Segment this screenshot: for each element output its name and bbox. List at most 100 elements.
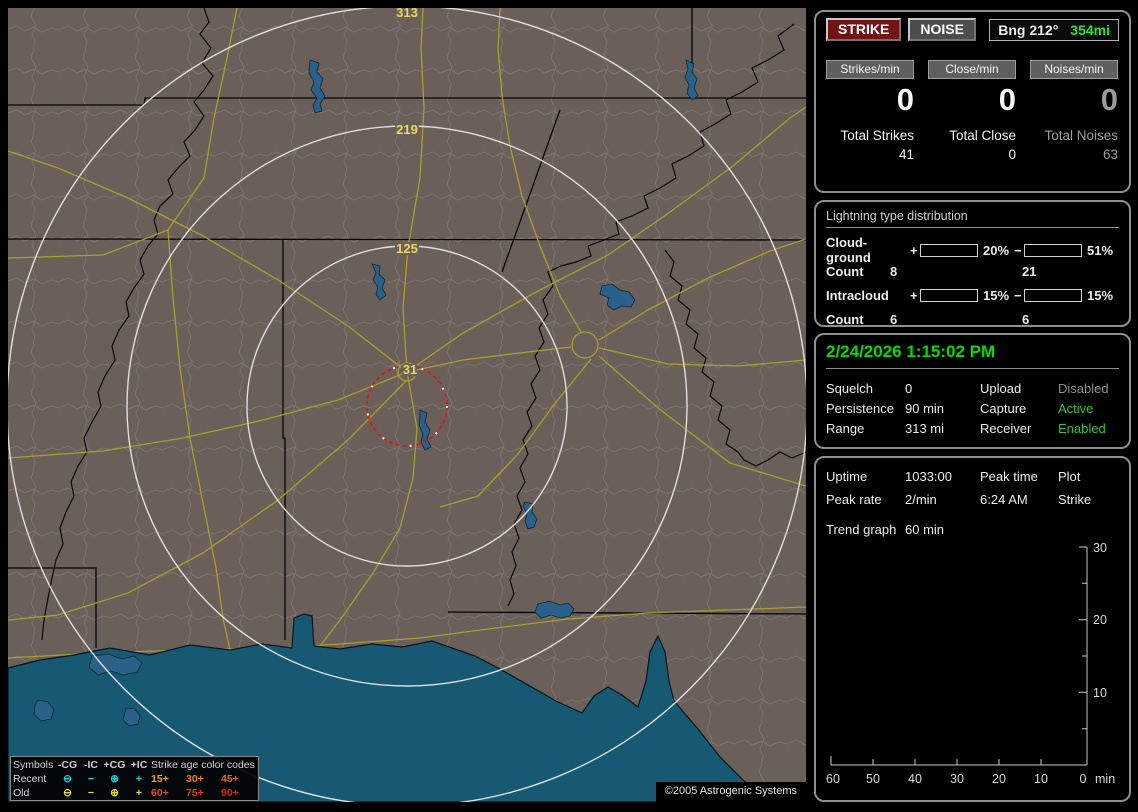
map-panel: 313 219 125 31 Symbols -CG -IC +CG +IC S… bbox=[8, 8, 806, 802]
stats-panel: STRIKE NOISE Bng 212° 354mi Strikes/min C… bbox=[814, 10, 1131, 193]
age-code-45: 45+ bbox=[221, 773, 239, 785]
bearing-display: Bng 212° 354mi bbox=[989, 18, 1119, 41]
cloud-ground-row: Cloud-ground + 20% − 51% bbox=[826, 235, 1119, 265]
x-axis-unit: min bbox=[1095, 772, 1115, 786]
capture-status: Active bbox=[1058, 400, 1094, 416]
status-row: Range 313 mi Receiver Enabled bbox=[826, 418, 1119, 438]
total-strikes-label: Total Strikes bbox=[840, 128, 914, 143]
persistence-label: Persistence bbox=[826, 400, 894, 416]
cg-negative-count: 21 bbox=[1022, 263, 1037, 279]
range-value: 313 mi bbox=[905, 420, 945, 436]
peak-rate-value: 2/min bbox=[905, 492, 937, 507]
count-label: Count bbox=[826, 311, 864, 327]
ic-positive-pct: 15% bbox=[983, 287, 1010, 303]
noises-per-min-label: Noises/min bbox=[1030, 60, 1118, 79]
receiver-label: Receiver bbox=[980, 420, 1032, 436]
x-tick-40: 40 bbox=[908, 772, 922, 786]
ring-label-125: 125 bbox=[396, 241, 418, 256]
upload-label: Upload bbox=[980, 380, 1022, 396]
close-per-min-value: 0 bbox=[998, 82, 1016, 117]
plot-label: Plot bbox=[1058, 469, 1081, 484]
x-tick-60: 60 bbox=[826, 772, 840, 786]
squelch-label: Squelch bbox=[826, 380, 873, 396]
x-tick-0: 0 bbox=[1080, 772, 1087, 786]
datetime-display: 2/24/2026 1:15:02 PM bbox=[826, 340, 1119, 369]
age-code-75: 75+ bbox=[186, 787, 204, 799]
plus-sign: + bbox=[910, 287, 918, 303]
bearing-value: Bng 212° bbox=[998, 21, 1059, 38]
strike-toggle-button[interactable]: STRIKE bbox=[826, 18, 902, 41]
ring-label-219: 219 bbox=[396, 122, 418, 137]
legend-symbols-header: Symbols bbox=[13, 759, 54, 771]
x-tick-50: 50 bbox=[866, 772, 880, 786]
legend-row-recent-label: Recent bbox=[13, 773, 47, 785]
minus-sign: − bbox=[1014, 242, 1022, 258]
status-row: Squelch 0 Upload Disabled bbox=[826, 378, 1119, 398]
pos-ic-old-icon: + bbox=[135, 787, 143, 799]
intracloud-count-row: Count 6 6 bbox=[826, 307, 1119, 331]
x-tick-30: 30 bbox=[950, 772, 964, 786]
ic-negative-pct: 15% bbox=[1087, 287, 1114, 303]
squelch-value: 0 bbox=[905, 380, 913, 396]
x-tick-20: 20 bbox=[992, 772, 1006, 786]
ic-negative-bar bbox=[1024, 288, 1082, 302]
status-panel: 2/24/2026 1:15:02 PM Squelch 0 Upload Di… bbox=[814, 333, 1131, 449]
status-row: Persistence 90 min Capture Active bbox=[826, 398, 1119, 418]
cg-positive-count: 8 bbox=[890, 263, 898, 279]
strikes-per-min-value: 0 bbox=[896, 82, 914, 117]
ic-negative-count: 6 bbox=[1022, 311, 1030, 327]
age-code-15: 15+ bbox=[151, 773, 169, 785]
total-strikes-value: 41 bbox=[898, 147, 914, 162]
y-tick-10: 10 bbox=[1093, 686, 1107, 700]
close-per-min-label: Close/min bbox=[928, 60, 1016, 79]
pos-cg-old-icon: ⊕ bbox=[110, 787, 119, 799]
neg-ic-recent-icon: − bbox=[87, 773, 95, 785]
legend-header-pos-cg: +CG bbox=[103, 759, 126, 771]
cg-positive-pct: 20% bbox=[983, 242, 1010, 258]
activity-panel: Uptime 1033:00 Peak time Plot Peak rate … bbox=[814, 456, 1131, 802]
receiver-status: Enabled bbox=[1058, 420, 1106, 436]
ic-positive-bar bbox=[920, 288, 978, 302]
legend-age-header: Strike age color codes bbox=[151, 759, 255, 771]
cg-positive-bar bbox=[920, 243, 978, 257]
uptime-value: 1033:00 bbox=[905, 469, 952, 484]
ic-positive-count: 6 bbox=[890, 311, 898, 327]
y-tick-30: 30 bbox=[1093, 543, 1107, 555]
legend-row-old-label: Old bbox=[13, 787, 30, 799]
distribution-panel: Lightning type distribution Cloud-ground… bbox=[814, 200, 1131, 327]
range-label: Range bbox=[826, 420, 865, 436]
ring-label-31: 31 bbox=[403, 362, 417, 377]
age-code-90: 90+ bbox=[221, 787, 239, 799]
pos-ic-recent-icon: + bbox=[135, 773, 143, 785]
trend-graph-row: Trend graph 60 min bbox=[826, 518, 1119, 541]
trend-window-value: 60 min bbox=[905, 522, 945, 537]
pos-cg-recent-icon: ⊕ bbox=[110, 773, 119, 785]
cg-negative-pct: 51% bbox=[1087, 242, 1114, 258]
activity-row: Uptime 1033:00 Peak time Plot bbox=[826, 465, 1119, 488]
map-display: 313 219 125 31 bbox=[8, 8, 806, 802]
age-code-60: 60+ bbox=[151, 787, 169, 799]
persistence-value: 90 min bbox=[905, 400, 945, 416]
peak-time-label: Peak time bbox=[980, 469, 1038, 484]
capture-label: Capture bbox=[980, 400, 1027, 416]
total-close-label: Total Close bbox=[949, 128, 1016, 143]
strike-legend: Symbols -CG -IC +CG +IC Strike age color… bbox=[10, 756, 259, 801]
intracloud-label: Intracloud bbox=[826, 287, 889, 303]
distribution-title: Lightning type distribution bbox=[826, 209, 1119, 228]
plot-mode-value: Strike bbox=[1058, 492, 1092, 507]
trend-graph-label: Trend graph bbox=[826, 522, 897, 537]
y-tick-20: 20 bbox=[1093, 613, 1107, 627]
app-window: 313 219 125 31 Symbols -CG -IC +CG +IC S… bbox=[0, 0, 1138, 812]
bearing-range-value: 354mi bbox=[1070, 21, 1110, 38]
peak-time-value: 6:24 AM bbox=[980, 492, 1028, 507]
intracloud-row: Intracloud + 15% − 15% bbox=[826, 283, 1119, 307]
activity-row: Peak rate 2/min 6:24 AM Strike bbox=[826, 488, 1119, 511]
copyright-text: ©2005 Astrogenic Systems bbox=[655, 782, 806, 802]
count-label: Count bbox=[826, 263, 864, 279]
noise-toggle-button[interactable]: NOISE bbox=[908, 18, 976, 41]
trend-graph: 30 20 10 60 50 40 30 20 10 0 min bbox=[826, 543, 1115, 786]
minus-sign: − bbox=[1014, 287, 1022, 303]
age-code-30: 30+ bbox=[186, 773, 204, 785]
legend-header-neg-ic: -IC bbox=[84, 759, 98, 771]
cg-negative-bar bbox=[1024, 243, 1082, 257]
